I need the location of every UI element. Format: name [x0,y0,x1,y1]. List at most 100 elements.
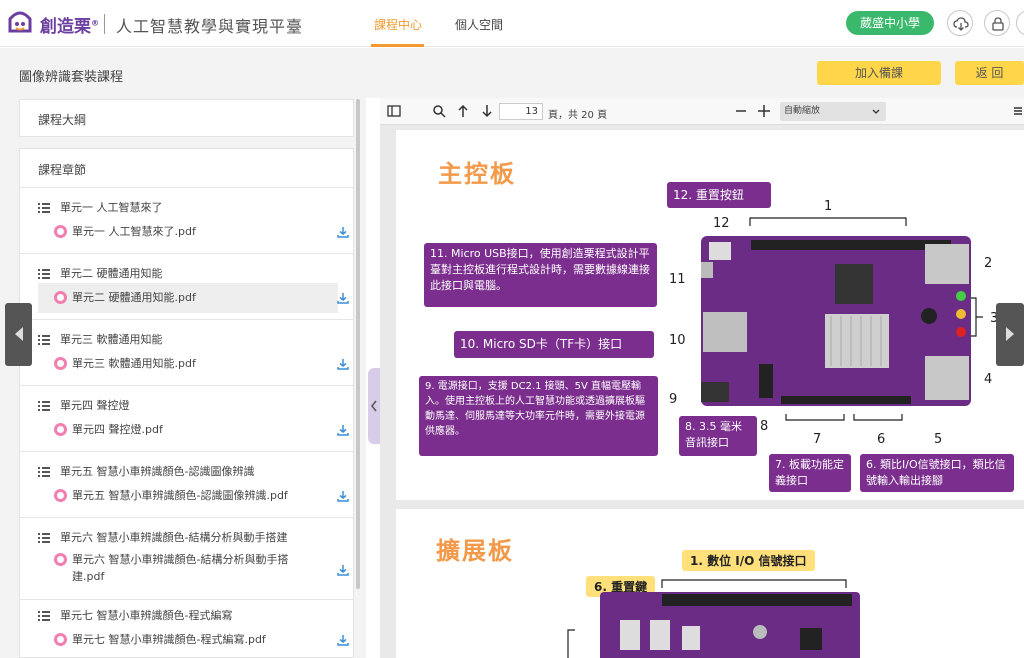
pdf-icon [54,633,67,646]
chevron-left-icon [15,327,23,341]
page-number-input[interactable]: 13 [499,103,543,120]
unit-title[interactable]: 單元二 硬體通用知能 [38,265,163,281]
course-outline-item[interactable]: 課程大綱 [19,99,354,137]
file-name[interactable]: 單元五 智慧小車辨識顏色-認識圖像辨識.pdf [72,487,288,504]
download-icon[interactable] [336,489,350,503]
pdf-file-row[interactable]: 單元五 智慧小車辨識顏色-認識圖像辨識.pdf [38,485,349,507]
callout-label: 8. 3.5 毫米音訊接口 [679,416,757,456]
lock-icon[interactable] [984,10,1010,36]
search-icon[interactable] [432,104,446,118]
back-button[interactable]: 返 回 [955,61,1024,85]
unit-title[interactable]: 單元三 軟體通用知能 [38,331,163,347]
callout-number: 10 [669,333,686,348]
chevron-right-icon [1006,327,1014,341]
file-name[interactable]: 單元六 智慧小車辨識顏色-結構分析與動手搭 建.pdf [72,551,288,585]
sidebar-scrollbar[interactable] [356,99,360,589]
file-name[interactable]: 單元四 聲控燈.pdf [72,421,163,438]
list-icon [38,401,50,411]
zoom-in-icon[interactable] [757,104,771,118]
file-name[interactable]: 單元二 硬體通用知能.pdf [72,289,196,306]
divider [20,385,353,386]
bracket-line [661,579,847,588]
list-icon [38,335,50,345]
chevron-down-icon [872,109,880,114]
chevron-left-icon [371,400,377,412]
pdf-icon [54,489,67,502]
list-icon [38,533,50,543]
pdf-file-row[interactable]: 單元三 軟體通用知能.pdf [38,353,349,375]
brand-logo-icon[interactable] [6,9,34,37]
download-icon[interactable] [336,225,350,239]
page-heading: 主控板 [438,160,516,188]
collapse-sidebar-button[interactable] [368,368,380,444]
download-icon[interactable] [336,633,350,647]
brand-divider [104,14,105,34]
tab-course-center[interactable]: 課程中心 [374,16,422,33]
divider [20,253,353,254]
tools-icon[interactable] [1012,104,1024,118]
download-icon[interactable] [336,423,350,437]
pdf-file-row[interactable]: 單元七 智慧小車辨識顏色-程式編寫.pdf [38,629,349,651]
previous-page-icon[interactable] [456,104,470,118]
divider [20,319,353,320]
previous-arrow-button[interactable] [5,303,32,366]
bracket-line [567,629,575,658]
site-title: 人工智慧教學與實現平臺 [116,17,304,36]
download-icon[interactable] [336,357,350,371]
school-badge[interactable]: 葳盛中小學 [846,11,934,35]
download-icon[interactable] [336,291,350,305]
course-title: 圖像辨識套裝課程 [19,70,124,85]
pdf-icon [54,291,67,304]
callout-label: 11. Micro USB接口，使用創造栗程式設計平臺對主控板進行程式設計時，需… [424,243,657,307]
next-arrow-button[interactable] [996,303,1024,366]
cloud-download-icon[interactable] [947,10,973,36]
sidebar-toggle-icon[interactable] [387,104,401,118]
file-name[interactable]: 單元三 軟體通用知能.pdf [72,355,196,372]
callout-label: 7. 板載功能定義接口 [769,454,851,492]
pdf-file-row[interactable]: 單元一 人工智慧來了.pdf [38,221,349,243]
active-tab-indicator [371,44,424,47]
join-prep-button[interactable]: 加入備課 [817,61,941,85]
next-page-icon[interactable] [480,104,494,118]
unit-title[interactable]: 單元七 智慧小車辨識顏色-程式編寫 [38,607,232,623]
bracket-line [749,217,907,226]
main-board-image [701,236,971,406]
pdf-icon [54,225,67,238]
list-icon [38,203,50,213]
download-icon[interactable] [336,563,350,577]
zoom-out-icon[interactable] [735,104,747,118]
callout-number: 11 [669,272,686,287]
tab-personal-space[interactable]: 個人空間 [455,16,503,33]
divider [20,599,353,600]
pdf-file-row[interactable]: 單元二 硬體通用知能.pdf [38,283,349,313]
zoom-select[interactable]: 自動縮放 [780,102,886,121]
list-icon [38,269,50,279]
callout-number: 8 [760,419,769,434]
main-board-diagram [701,240,969,404]
bracket-line [971,297,983,337]
chapters-heading: 課程章節 [38,163,87,177]
unit-title[interactable]: 單元一 人工智慧來了 [38,199,163,215]
file-name[interactable]: 單元七 智慧小車辨識顏色-程式編寫.pdf [72,631,266,648]
pdf-file-row[interactable]: 單元六 智慧小車辨識顏色-結構分析與動手搭 建.pdf [38,549,349,589]
chapters-list: 課程章節 單元一 人工智慧來了 單元一 人工智慧來了.pdf 單元二 硬體通用知… [19,148,354,658]
divider [20,517,353,518]
callout-label: 6. 類比I/O信號接口，類比信號輸入輸出接腳 [860,454,1014,492]
callout-number: 12 [713,216,730,231]
pdf-icon [54,357,67,370]
divider [20,187,353,188]
callout-number: 5 [934,432,943,447]
callout-label: 10. Micro SD卡（TF卡）接口 [454,331,654,358]
pdf-file-row[interactable]: 單元四 聲控燈.pdf [38,419,349,441]
callout-label: 1. 數位 I/O 信號接口 [682,550,815,571]
unit-title[interactable]: 單元六 智慧小車辨識顏色-結構分析與動手搭建 [38,529,287,545]
unit-title[interactable]: 單元五 智慧小車辨識顏色-認識圖像辨識 [38,463,254,479]
callout-number: 4 [984,372,993,387]
file-name[interactable]: 單元一 人工智慧來了.pdf [72,223,196,240]
list-icon [38,611,50,621]
callout-number: 7 [813,432,822,447]
callout-label: 9. 電源接口，支援 DC2.1 接頭、5V 直幅電壓輸入。使用主控板上的人工智… [419,376,658,456]
pdf-toolbar [380,98,1024,125]
expansion-board-image [600,592,860,658]
unit-title[interactable]: 單元四 聲控燈 [38,397,130,413]
